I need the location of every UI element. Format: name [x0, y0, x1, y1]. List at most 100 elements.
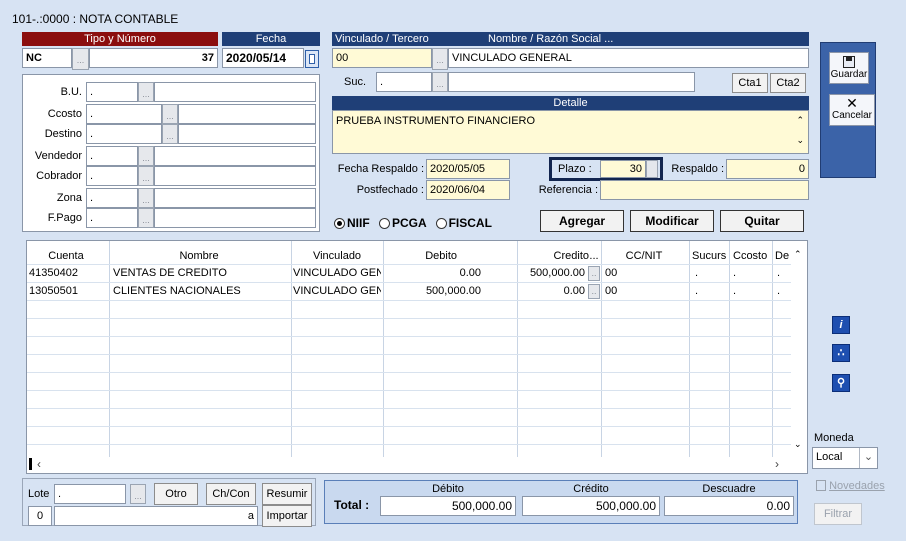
row2-ccosto[interactable]: .	[733, 285, 769, 297]
agregar-button[interactable]: Agregar	[540, 210, 624, 232]
row1-cuenta[interactable]: 41350402	[29, 267, 107, 279]
vendedor-lookup-button[interactable]: ...	[138, 146, 154, 166]
row1-sucurs[interactable]: .	[695, 267, 725, 279]
col-header-dots[interactable]: ...	[587, 250, 601, 262]
col-header-nombre[interactable]: Nombre	[111, 250, 287, 262]
respaldo-field[interactable]: 0	[726, 159, 809, 179]
scroll-right-icon[interactable]: ›	[775, 457, 779, 471]
novedades-button[interactable]: Novedades	[816, 480, 885, 492]
fpago-lookup-button[interactable]: ...	[138, 208, 154, 228]
zona-lookup-button[interactable]: ...	[138, 188, 154, 208]
cta2-button[interactable]: Cta2	[770, 73, 806, 93]
tipo-field[interactable]: NC	[22, 48, 72, 68]
referencia-field[interactable]	[600, 180, 809, 200]
col-header-cuenta[interactable]: Cuenta	[31, 250, 101, 262]
lote-count-field[interactable]: 0	[28, 506, 52, 526]
detalle-scroll-down-icon[interactable]: ⌄	[796, 135, 804, 146]
scroll-thumb[interactable]	[29, 458, 32, 470]
novedades-label: Novedades	[829, 480, 885, 492]
quitar-button[interactable]: Quitar	[720, 210, 804, 232]
col-header-sucurs[interactable]: Sucurs	[692, 250, 730, 262]
row2-sucurs[interactable]: .	[695, 285, 725, 297]
detalle-scroll-up-icon[interactable]: ⌃	[796, 115, 804, 126]
scroll-left-icon[interactable]: ‹	[37, 457, 41, 471]
suc-lookup-button[interactable]: ...	[432, 72, 448, 92]
fpago-field[interactable]: .	[86, 208, 138, 228]
ccosto-field[interactable]: .	[86, 104, 162, 124]
grid-vertical-scrollbar[interactable]: ⌃ ⌄	[791, 241, 807, 457]
row2-nombre[interactable]: CLIENTES NACIONALES	[113, 285, 289, 297]
nombre-header-label: Nombre / Razón Social ...	[488, 33, 614, 45]
col-header-vinculado[interactable]: Vinculado	[293, 250, 381, 262]
fiscal-radio[interactable]: FISCAL	[435, 216, 492, 230]
fecha-field[interactable]: 2020/05/14	[222, 48, 304, 68]
row2-dots-button[interactable]: ..	[588, 284, 600, 299]
plazo-field[interactable]: 30	[600, 160, 646, 178]
row1-dots-button[interactable]: ..	[588, 266, 600, 281]
col-header-credito[interactable]: Credito	[519, 250, 589, 262]
row1-ccnit[interactable]: 00	[605, 267, 685, 279]
fecha-respaldo-field[interactable]: 2020/05/05	[426, 159, 510, 179]
modificar-button[interactable]: Modificar	[630, 210, 714, 232]
guardar-button[interactable]: Guardar	[829, 52, 869, 84]
pcga-radio[interactable]: PCGA	[379, 216, 426, 230]
cobrador-field[interactable]: .	[86, 166, 138, 186]
col-header-debito[interactable]: Debito	[385, 250, 457, 262]
row1-credito[interactable]: 500,000.00	[487, 267, 585, 279]
vinculado-name-field[interactable]: VINCULADO GENERAL	[448, 48, 809, 68]
row2-ccnit[interactable]: 00	[605, 285, 685, 297]
row1-ccosto[interactable]: .	[733, 267, 769, 279]
postfechado-field[interactable]: 2020/06/04	[426, 180, 510, 200]
search-icon[interactable]: ⚲	[832, 374, 850, 392]
niif-radio[interactable]: NIIF	[334, 216, 370, 230]
cta1-button[interactable]: Cta1	[732, 73, 768, 93]
suc-field[interactable]: .	[376, 72, 432, 92]
importar-button[interactable]: Importar	[262, 505, 312, 527]
row2-credito[interactable]: 0.00	[487, 285, 585, 297]
bu-lookup-button[interactable]: ...	[138, 82, 154, 102]
row1-vinculado[interactable]: VINCULADO GENE	[293, 267, 381, 279]
lote-field[interactable]: .	[54, 484, 126, 504]
scroll-up-icon[interactable]: ⌃	[794, 249, 802, 260]
chcon-button[interactable]: Ch/Con	[206, 483, 256, 505]
otro-button[interactable]: Otro	[154, 483, 198, 505]
vendedor-field[interactable]: .	[86, 146, 138, 166]
chevron-down-icon: ⌄	[859, 448, 877, 468]
destino-lookup-button[interactable]: ...	[162, 124, 178, 144]
col-header-de[interactable]: De	[775, 250, 791, 262]
vinculado-lookup-button[interactable]: ...	[432, 48, 448, 70]
destino-field[interactable]: .	[86, 124, 162, 144]
resumir-button[interactable]: Resumir	[262, 483, 312, 505]
ccosto-lookup-button[interactable]: ...	[162, 104, 178, 124]
row2-debito[interactable]: 500,000.00	[385, 285, 481, 297]
info-icon[interactable]: i	[832, 316, 850, 334]
detalle-textarea[interactable]: PRUEBA INSTRUMENTO FINANCIERO ⌃ ⌄	[332, 110, 809, 154]
tipo-lookup-button[interactable]: ...	[72, 48, 89, 70]
lote-range-field[interactable]: a	[54, 506, 258, 526]
suc-label: Suc.	[344, 76, 367, 88]
scroll-down-icon[interactable]: ⌄	[794, 439, 802, 450]
lote-lookup-button[interactable]: ...	[130, 484, 146, 504]
attach-icon[interactable]: ∴	[832, 344, 850, 362]
row1-de[interactable]: .	[777, 267, 789, 279]
row1-nombre[interactable]: VENTAS DE CREDITO	[113, 267, 289, 279]
niif-radio-dot	[334, 218, 345, 229]
row1-debito[interactable]: 0.00	[385, 267, 481, 279]
moneda-select[interactable]: Local ⌄	[812, 447, 878, 469]
bu-label: B.U.	[60, 86, 82, 98]
row2-de[interactable]: .	[777, 285, 789, 297]
col-header-ccnit[interactable]: CC/NIT	[603, 250, 685, 262]
filtrar-button[interactable]: Filtrar	[814, 503, 862, 525]
cobrador-lookup-button[interactable]: ...	[138, 166, 154, 186]
col-header-ccosto[interactable]: Ccosto	[733, 250, 771, 262]
cancelar-button[interactable]: ✕ Cancelar	[829, 94, 875, 126]
row2-vinculado[interactable]: VINCULADO GENE	[293, 285, 381, 297]
calendar-icon[interactable]	[305, 50, 319, 68]
plazo-spin-icon[interactable]	[646, 160, 658, 178]
grid-horizontal-scrollbar[interactable]: ‹ ›	[27, 457, 791, 473]
zona-field[interactable]: .	[86, 188, 138, 208]
row2-cuenta[interactable]: 13050501	[29, 285, 107, 297]
bu-field[interactable]: .	[86, 82, 138, 102]
vinculado-code-field[interactable]: 00	[332, 48, 432, 68]
numero-field[interactable]: 37	[89, 48, 218, 68]
